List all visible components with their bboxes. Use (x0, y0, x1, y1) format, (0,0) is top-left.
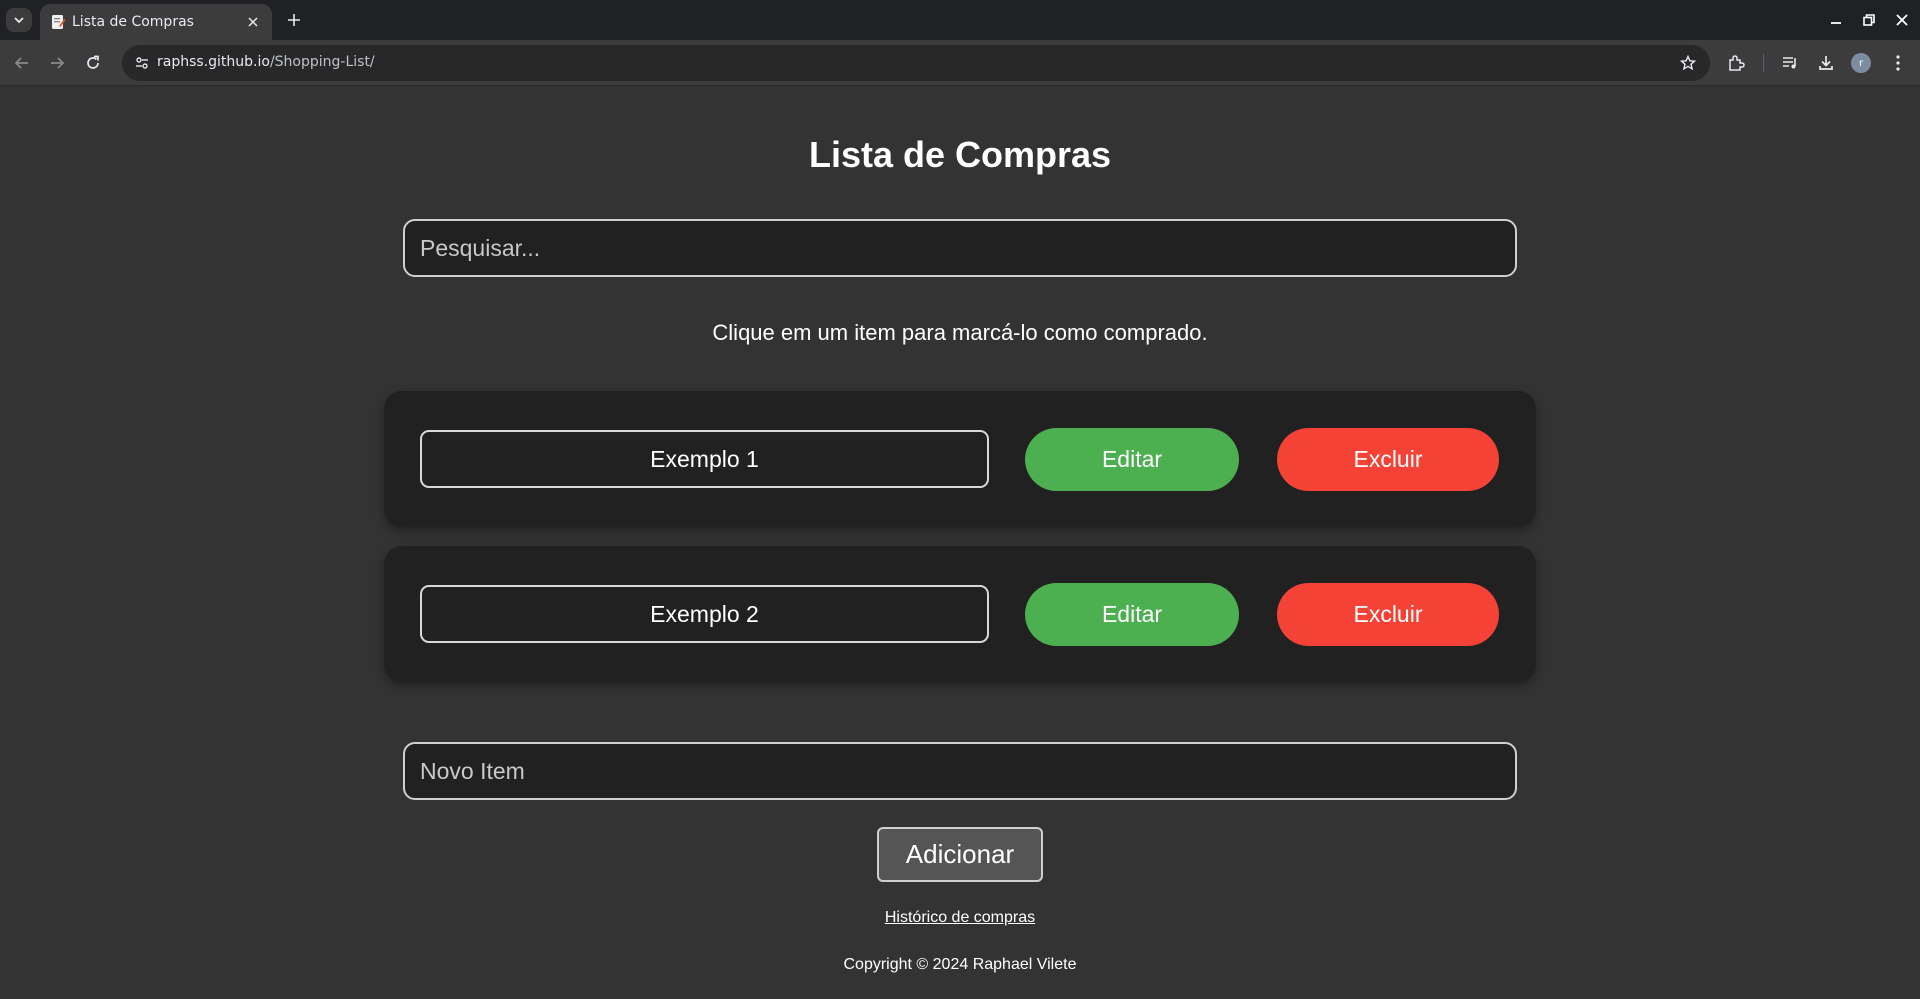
media-icon (1783, 57, 1796, 69)
close-window-icon (1896, 14, 1908, 26)
list-item[interactable]: Exemplo 2 Editar Excluir (384, 546, 1536, 682)
item-name[interactable]: Exemplo 1 (420, 430, 989, 488)
menu-icon (1896, 55, 1900, 71)
url-path: /Shopping-List/ (269, 54, 375, 70)
history-link-container: Histórico de compras (0, 909, 1920, 927)
bookmark-button[interactable] (1678, 53, 1698, 73)
tab-title: Lista de Compras (72, 14, 194, 30)
restore-button[interactable] (1857, 8, 1881, 32)
toolbar-separator (1763, 54, 1764, 72)
browser-toolbar: raphss.github.io/Shopping-List/ (0, 40, 1920, 86)
restore-icon (1863, 14, 1875, 26)
media-button[interactable] (1778, 51, 1802, 75)
tab-search-button[interactable] (6, 8, 32, 32)
menu-button[interactable] (1886, 51, 1910, 75)
url-text: raphss.github.io/Shopping-List/ (157, 54, 375, 70)
favicon-icon (52, 15, 66, 29)
list-item[interactable]: Exemplo 1 Editar Excluir (384, 391, 1536, 527)
star-icon (1680, 55, 1696, 71)
tab-close-button[interactable] (244, 13, 262, 31)
search-input[interactable] (403, 219, 1517, 277)
tab-active[interactable]: Lista de Compras (40, 4, 272, 40)
plus-icon (288, 14, 300, 26)
reload-button[interactable] (81, 51, 105, 75)
close-icon (248, 17, 258, 27)
hint-text: Clique em um item para marcá-lo como com… (712, 320, 1208, 345)
forward-icon (51, 57, 65, 69)
download-icon (1819, 56, 1833, 70)
item-name[interactable]: Exemplo 2 (420, 585, 989, 643)
add-button[interactable]: Adicionar (877, 827, 1043, 882)
site-info-icon (136, 57, 148, 69)
new-tab-button[interactable] (282, 8, 306, 32)
address-bar[interactable]: raphss.github.io/Shopping-List/ (122, 45, 1710, 81)
back-button[interactable] (10, 51, 34, 75)
edit-button[interactable]: Editar (1025, 583, 1239, 646)
url-host: raphss.github.io (157, 54, 270, 70)
page-content: Lista de Compras Clique em um item para … (0, 87, 1920, 999)
new-item-input[interactable] (403, 742, 1517, 800)
chevron-down-icon (14, 17, 24, 24)
extensions-button[interactable] (1724, 51, 1748, 75)
reload-icon (87, 55, 99, 69)
forward-button[interactable] (45, 51, 69, 75)
extensions-icon (1729, 55, 1745, 71)
edit-button[interactable]: Editar (1025, 428, 1239, 491)
back-icon (14, 57, 28, 69)
download-button[interactable] (1814, 51, 1838, 75)
avatar[interactable]: r (1851, 53, 1871, 73)
minimize-button[interactable] (1824, 8, 1848, 32)
page-title: Lista de Compras (808, 134, 1112, 175)
minimize-icon (1831, 22, 1841, 24)
tab-strip: Lista de Compras (0, 0, 1920, 40)
close-window-button[interactable] (1890, 8, 1914, 32)
site-info-button[interactable] (130, 51, 154, 75)
history-link[interactable]: Histórico de compras (885, 909, 1035, 926)
delete-button[interactable]: Excluir (1277, 428, 1499, 491)
delete-button[interactable]: Excluir (1277, 583, 1499, 646)
copyright-text: Copyright © 2024 Raphael Vilete (843, 956, 1077, 973)
